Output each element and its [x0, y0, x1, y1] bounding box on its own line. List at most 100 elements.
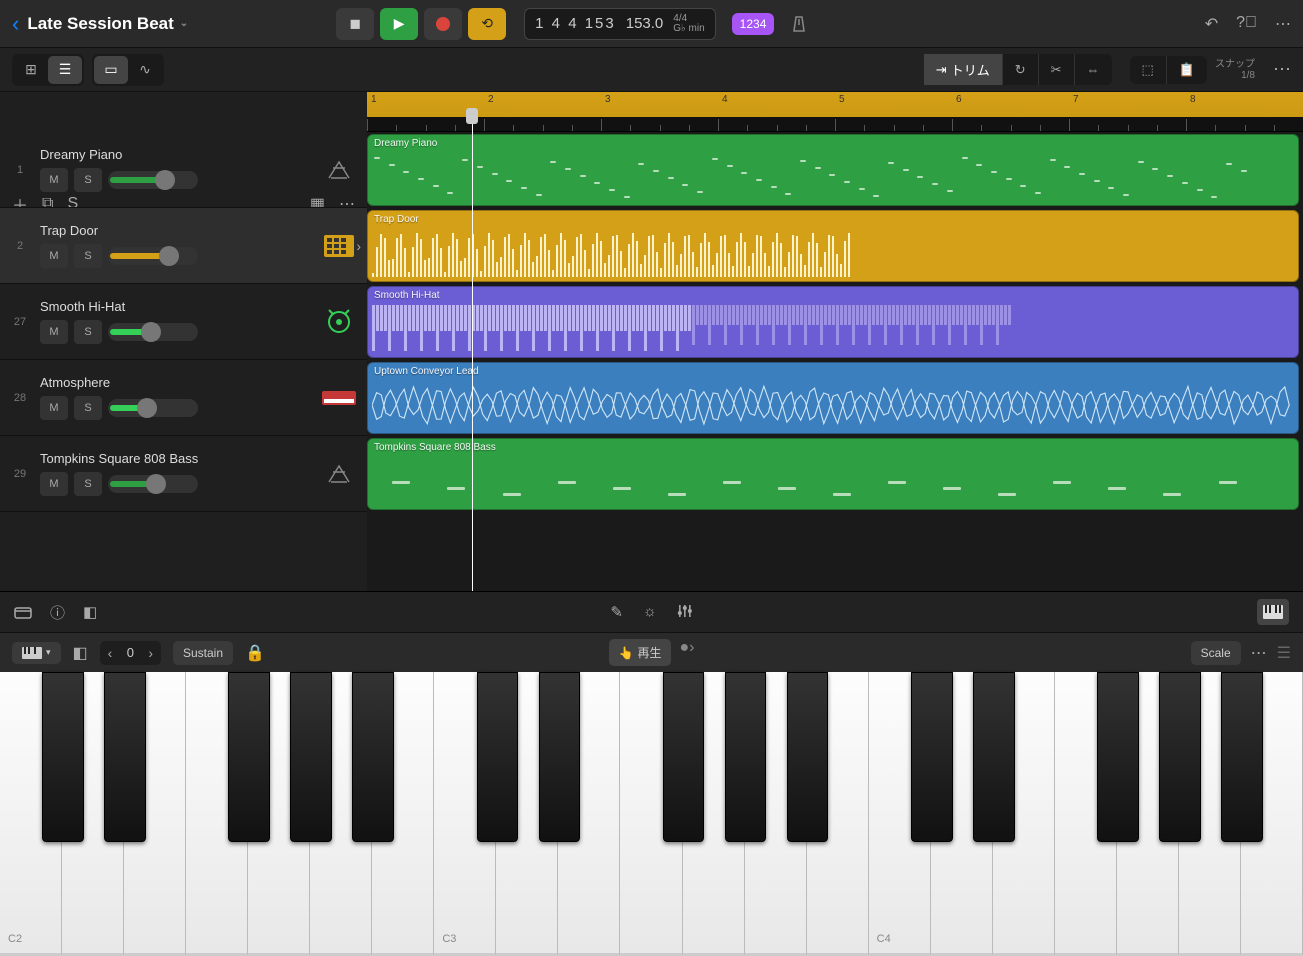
track-row[interactable]: 28 Atmosphere M S	[0, 360, 367, 436]
black-key[interactable]	[787, 672, 829, 842]
more-icon[interactable]: ⋯	[1275, 14, 1291, 34]
timeline-ruler[interactable]: 123456789	[367, 92, 1303, 132]
track-row[interactable]: 2 Trap Door M S ›	[0, 208, 367, 284]
lock-icon[interactable]: 🔒	[245, 643, 265, 663]
list-view-button[interactable]: ☰	[48, 56, 82, 84]
black-key[interactable]	[973, 672, 1015, 842]
black-key[interactable]	[477, 672, 519, 842]
view-toolbar: ⊞ ☰ ▭ ∿ ⇥ トリム ↻ ✂ ⇔ ⬚ 📋 スナップ 1/8 ⋯	[0, 48, 1303, 92]
track-row[interactable]: 1 Dreamy Piano M S	[0, 132, 367, 208]
mute-button[interactable]: M	[40, 320, 68, 344]
region-name: Smooth Hi-Hat	[374, 290, 1292, 301]
arrange-area[interactable]: 123456789 Dreamy PianoTrap Door Smooth Hi…	[367, 92, 1303, 591]
black-key[interactable]	[228, 672, 270, 842]
volume-slider[interactable]	[108, 323, 198, 341]
instrument-icon[interactable]	[321, 152, 357, 188]
volume-slider[interactable]	[108, 475, 198, 493]
playhead[interactable]	[472, 110, 473, 591]
solo-button[interactable]: S	[74, 472, 102, 496]
split-tool[interactable]: ✂	[1039, 54, 1075, 85]
mute-button[interactable]: M	[40, 244, 68, 268]
black-key[interactable]	[352, 672, 394, 842]
black-key[interactable]	[290, 672, 332, 842]
mute-button[interactable]: M	[40, 396, 68, 420]
brightness-icon[interactable]: ☼	[643, 603, 657, 621]
metronome-icon[interactable]	[790, 15, 808, 33]
region[interactable]: Tompkins Square 808 Bass	[367, 438, 1299, 510]
record-enable-icon[interactable]: ●›	[679, 639, 694, 666]
expand-chevron-icon[interactable]: ›	[356, 238, 361, 254]
instrument-icon[interactable]	[321, 456, 357, 492]
solo-button[interactable]: S	[74, 168, 102, 192]
keyboard-view-button[interactable]	[1257, 599, 1289, 625]
mute-button[interactable]: M	[40, 472, 68, 496]
editor-panel: ⓘ ◧ ✎ ☼ ▾ ◧ ‹ 0 › Sustain 🔒	[0, 591, 1303, 955]
keyboard-more-icon[interactable]: ⋯	[1251, 643, 1267, 663]
bar-number: 7	[1073, 94, 1079, 105]
trim-tool[interactable]: ⇥ トリム	[924, 54, 1003, 85]
black-key[interactable]	[725, 672, 767, 842]
pencil-icon[interactable]: ✎	[610, 603, 623, 621]
instrument-icon[interactable]	[321, 228, 357, 264]
black-key[interactable]	[1221, 672, 1263, 842]
sustain-button[interactable]: Sustain	[173, 641, 233, 665]
record-button[interactable]	[424, 8, 462, 40]
toolbar-more-icon[interactable]: ⋯	[1273, 59, 1291, 80]
region[interactable]: Smooth Hi-Hat	[367, 286, 1299, 358]
black-key[interactable]	[911, 672, 953, 842]
automation-view-button[interactable]: ∿	[128, 56, 162, 84]
play-button[interactable]: ▶	[380, 8, 418, 40]
drag-handle-icon[interactable]: ☰	[1277, 643, 1291, 663]
mute-button[interactable]: M	[40, 168, 68, 192]
volume-slider[interactable]	[108, 171, 198, 189]
cycle-button[interactable]: ⟲	[468, 8, 506, 40]
panel-toggle-icon[interactable]: ◧	[73, 643, 88, 663]
help-icon[interactable]: ?⃝	[1236, 14, 1257, 34]
paste-tool[interactable]: 📋	[1167, 56, 1207, 84]
panel-left-icon[interactable]: ◧	[83, 603, 97, 621]
library-icon[interactable]	[14, 605, 32, 619]
snap-display[interactable]: スナップ 1/8	[1215, 59, 1255, 81]
track-number: 2	[10, 240, 30, 252]
count-in-button[interactable]: 1234	[732, 13, 775, 35]
project-title[interactable]: Late Session Beat ⌄	[27, 14, 188, 34]
region-view-button[interactable]: ▭	[94, 56, 128, 84]
view-mode-toggle: ⊞ ☰	[12, 54, 84, 86]
loop-tool[interactable]: ↻	[1003, 54, 1039, 85]
lcd-display[interactable]: 1 4 4 153 153.0 4/4 G♭ min	[524, 8, 716, 40]
volume-slider[interactable]	[108, 247, 198, 265]
stop-button[interactable]: ◼	[336, 8, 374, 40]
instrument-icon[interactable]	[321, 304, 357, 340]
region[interactable]: Uptown Conveyor Lead	[367, 362, 1299, 434]
black-key[interactable]	[1097, 672, 1139, 842]
black-key[interactable]	[42, 672, 84, 842]
black-key[interactable]	[1159, 672, 1201, 842]
track-row[interactable]: 27 Smooth Hi-Hat M S	[0, 284, 367, 360]
play-mode-button[interactable]: 👆 再生	[609, 639, 672, 666]
solo-button[interactable]: S	[74, 396, 102, 420]
keyboard-type-button[interactable]: ▾	[12, 642, 61, 664]
black-key[interactable]	[539, 672, 581, 842]
black-key[interactable]	[104, 672, 146, 842]
info-icon[interactable]: ⓘ	[50, 602, 65, 623]
black-key[interactable]	[663, 672, 705, 842]
piano-keyboard[interactable]: C2C3C4	[0, 672, 1303, 956]
region[interactable]: Trap Door	[367, 210, 1299, 282]
mixer-icon[interactable]	[677, 603, 693, 621]
solo-button[interactable]: S	[74, 244, 102, 268]
region[interactable]: Dreamy Piano	[367, 134, 1299, 206]
grid-view-button[interactable]: ⊞	[14, 56, 48, 84]
octave-up-button[interactable]: ›	[148, 645, 153, 661]
instrument-icon[interactable]	[321, 380, 357, 416]
back-button[interactable]: ‹	[12, 11, 19, 37]
octave-down-button[interactable]: ‹	[108, 645, 113, 661]
scale-button[interactable]: Scale	[1191, 641, 1241, 665]
track-row[interactable]: 29 Tompkins Square 808 Bass M S	[0, 436, 367, 512]
volume-slider[interactable]	[108, 399, 198, 417]
select-tool[interactable]: ⬚	[1130, 56, 1167, 84]
move-tool[interactable]: ⇔	[1075, 54, 1112, 85]
undo-icon[interactable]: ↶	[1205, 14, 1218, 34]
solo-button[interactable]: S	[74, 320, 102, 344]
position-display: 1 4 4 153	[535, 15, 616, 32]
region-name: Uptown Conveyor Lead	[374, 366, 1292, 377]
